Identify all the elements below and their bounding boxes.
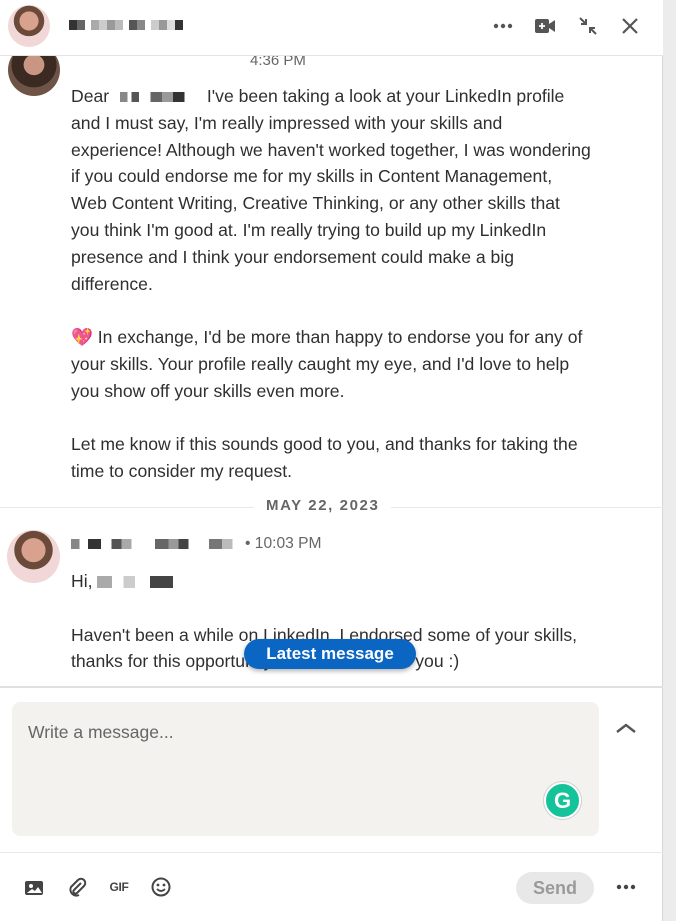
minimize-icon[interactable] [574, 12, 602, 40]
message-body: Dear I've been taking a look at your Lin… [71, 83, 591, 512]
send-button[interactable]: Send [516, 872, 594, 904]
contact-avatar[interactable] [7, 530, 60, 583]
attach-image-icon[interactable] [21, 874, 47, 900]
conversation-header [0, 0, 663, 56]
window-edge [663, 0, 676, 921]
greeting-text: Dear [71, 86, 110, 106]
greeting-text: Hi, [71, 571, 93, 591]
message-paragraph: I've been taking a look at your LinkedIn… [71, 86, 591, 294]
date-separator-label: MAY 22, 2023 [254, 497, 392, 514]
message-input[interactable]: Write a message... G [12, 702, 599, 836]
message-input-placeholder: Write a message... [28, 722, 174, 742]
latest-message-button[interactable]: Latest message [244, 639, 416, 669]
message-list[interactable]: 4:36 PM Dear I've been taking a look at … [0, 56, 663, 686]
messaging-window: 4:36 PM Dear I've been taking a look at … [0, 0, 663, 921]
gif-button[interactable]: GIF [106, 874, 132, 900]
grammarly-icon[interactable]: G [544, 782, 581, 819]
recipient-name-redacted [97, 576, 174, 589]
contact-name-redacted[interactable] [69, 20, 183, 30]
contact-avatar[interactable] [8, 5, 50, 47]
close-icon[interactable] [616, 12, 644, 40]
message-paragraph: 💖 In exchange, I'd be more than happy to… [71, 327, 583, 401]
video-call-icon[interactable] [531, 12, 559, 40]
sender-avatar[interactable] [8, 56, 60, 96]
compose-divider [0, 686, 663, 688]
more-compose-options-icon[interactable] [612, 874, 640, 900]
sender-line: • 10:03 PM [71, 535, 322, 553]
message-time: • 10:03 PM [245, 535, 322, 552]
attach-file-icon[interactable] [64, 874, 90, 900]
more-options-icon[interactable] [489, 12, 517, 40]
recipient-name-redacted [120, 92, 197, 103]
emoji-icon[interactable] [148, 874, 174, 900]
sender-name-redacted[interactable] [71, 539, 239, 549]
message-timestamp: 4:36 PM [250, 56, 306, 69]
toolbar-divider [0, 852, 663, 853]
expand-compose-icon[interactable] [612, 714, 640, 742]
message-paragraph: Let me know if this sounds good to you, … [71, 434, 578, 482]
